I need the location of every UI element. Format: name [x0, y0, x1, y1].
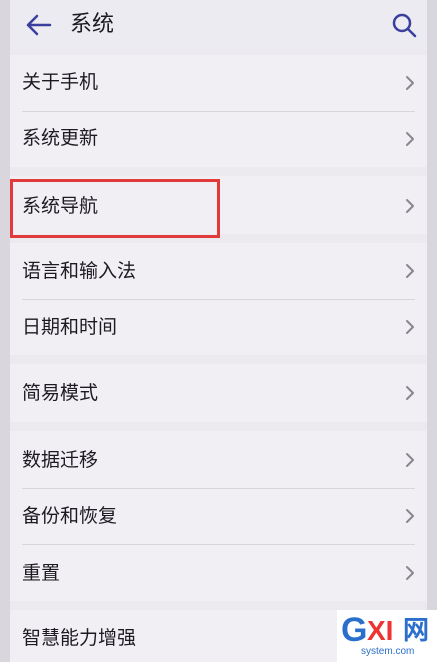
settings-item-label: 数据迁移: [22, 449, 99, 471]
settings-group-5: 数据迁移 备份和恢复 重置: [10, 431, 427, 601]
settings-item-label: 系统更新: [22, 127, 99, 149]
settings-item-label: 语言和输入法: [22, 260, 137, 282]
settings-item-label: 智慧能力增强: [22, 627, 137, 649]
watermark-domain: system.com: [361, 646, 415, 657]
settings-item-label: 简易模式: [22, 382, 99, 404]
watermark-letter-g: G: [341, 611, 368, 649]
watermark-char-wang: 网: [403, 616, 430, 646]
settings-group-1: 关于手机 系统更新: [10, 55, 427, 167]
settings-screen: 系统 关于手机 系统更新 系统导航 语言和输入法 日期和时间 简易模式 数据迁移…: [10, 0, 427, 662]
settings-item-date-time[interactable]: 日期和时间: [10, 299, 427, 355]
chevron-right-icon: [406, 132, 414, 146]
header-bar: 系统: [10, 0, 427, 50]
settings-item-language-input[interactable]: 语言和输入法: [10, 243, 427, 299]
settings-item-data-migration[interactable]: 数据迁移: [10, 431, 427, 487]
chevron-right-icon: [406, 199, 414, 213]
settings-item-reset[interactable]: 重置: [10, 544, 427, 601]
back-arrow-icon[interactable]: [24, 13, 52, 37]
settings-item-about-phone[interactable]: 关于手机: [10, 55, 427, 111]
settings-item-label: 日期和时间: [22, 316, 118, 338]
settings-item-label: 备份和恢复: [22, 505, 118, 527]
settings-group-4: 简易模式: [10, 364, 427, 422]
page-title: 系统: [70, 12, 115, 37]
chevron-right-icon: [406, 566, 414, 580]
chevron-right-icon: [406, 453, 414, 467]
highlight-box: [10, 179, 220, 238]
watermark-letters-xi: XI: [367, 615, 394, 646]
chevron-right-icon: [406, 320, 414, 334]
settings-item-label: 重置: [22, 562, 61, 584]
chevron-right-icon: [406, 386, 414, 400]
settings-item-backup-restore[interactable]: 备份和恢复: [10, 488, 427, 544]
settings-item-system-update[interactable]: 系统更新: [10, 111, 427, 167]
settings-group-3: 语言和输入法 日期和时间: [10, 243, 427, 355]
chevron-right-icon: [406, 509, 414, 523]
settings-item-simple-mode[interactable]: 简易模式: [10, 364, 427, 422]
search-icon[interactable]: [391, 12, 417, 38]
chevron-right-icon: [406, 76, 414, 90]
settings-item-label: 关于手机: [22, 71, 99, 93]
watermark-logo: G XI 网 system.com: [337, 610, 437, 662]
chevron-right-icon: [406, 264, 414, 278]
